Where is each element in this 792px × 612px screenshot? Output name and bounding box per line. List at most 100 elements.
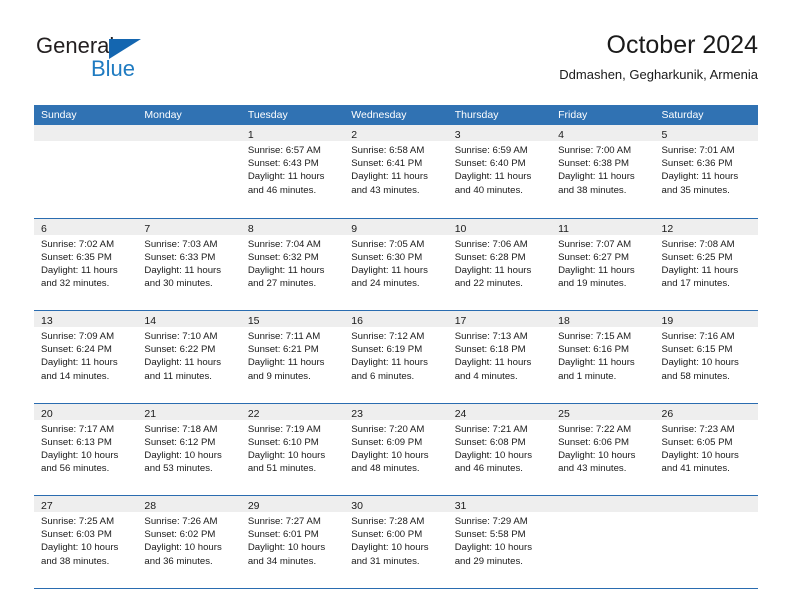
day-number-band: 11: [551, 218, 655, 235]
day-number: 22: [247, 407, 260, 420]
day-number-band: [34, 125, 138, 141]
calendar-grid: Sunday Monday Tuesday Wednesday Thursday Frid…: [34, 105, 758, 589]
day-cell[interactable]: 10 Sunrise: 7:06 AM Sunset: 6:28 PM Dayligh…: [447, 218, 552, 311]
day-cell[interactable]: 24 Sunrise: 7:21 AM Sunset: 6:08 PM Dayligh…: [447, 403, 552, 496]
day-cell[interactable]: 13 Sunrise: 7:09 AM Sunset: 6:24 PM Dayligh…: [34, 311, 138, 403]
day-cell[interactable]: 17 Sunrise: 7:13 AM Sunset: 6:18 PM Dayligh…: [447, 311, 552, 403]
sunset-text: Sunset: 6:19 PM: [351, 344, 423, 356]
day-cell[interactable]: 1 Sunrise: 6:57 AM Sunset: 6:43 PM Daylight…: [240, 125, 345, 218]
daylight-text-line2: and 46 minutes.: [247, 184, 317, 196]
daylight-text-line2: and 58 minutes.: [661, 370, 730, 382]
day-cell[interactable]: 9 Sunrise: 7:05 AM Sunset: 6:30 PM Daylight…: [344, 218, 448, 311]
sunset-text: Sunset: 6:27 PM: [558, 251, 630, 263]
day-cell[interactable]: 18 Sunrise: 7:15 AM Sunset: 6:16 PM Dayligh…: [551, 311, 655, 403]
sunrise-text: Sunrise: 7:27 AM: [247, 516, 321, 527]
day-cell[interactable]: 5 Sunrise: 7:01 AM Sunset: 6:36 PM Daylight…: [654, 125, 758, 218]
sunset-text: Sunset: 6:06 PM: [558, 436, 630, 448]
calendar-bottom-rule: [34, 587, 758, 589]
daylight-text-line2: and 46 minutes.: [454, 463, 523, 475]
sunrise-text: Sunrise: 7:11 AM: [247, 331, 321, 342]
day-cell[interactable]: 3 Sunrise: 6:59 AM Sunset: 6:40 PM Daylight…: [447, 125, 552, 218]
day-number: 1: [247, 129, 254, 141]
daylight-text-line1: Daylight: 11 hours: [454, 264, 532, 276]
day-details: Sunrise: 7:25 AM Sunset: 6:03 PM Daylight:…: [34, 512, 137, 568]
day-number: 13: [41, 315, 53, 327]
daylight-text-line2: and 32 minutes.: [41, 278, 110, 290]
day-number: 19: [661, 315, 674, 327]
day-number: 14: [144, 315, 157, 327]
daylight-text-line2: and 9 minutes.: [247, 370, 311, 382]
sunrise-text: Sunrise: 7:28 AM: [351, 516, 425, 527]
day-cell[interactable]: 2 Sunrise: 6:58 AM Sunset: 6:41 PM Daylight…: [344, 125, 448, 218]
day-cell[interactable]: 28 Sunrise: 7:26 AM Sunset: 6:02 PM Dayligh…: [137, 496, 241, 588]
day-cell[interactable]: 16 Sunrise: 7:12 AM Sunset: 6:19 PM Dayligh…: [344, 311, 448, 403]
sunset-text: Sunset: 6:00 PM: [351, 529, 423, 541]
day-number: 9: [351, 222, 358, 235]
day-number-band: 4: [551, 125, 655, 141]
sunrise-text: Sunrise: 7:00 AM: [558, 145, 632, 156]
day-cell[interactable]: 23 Sunrise: 7:20 AM Sunset: 6:09 PM Dayligh…: [344, 403, 448, 496]
day-details: Sunrise: 7:15 AM Sunset: 6:16 PM Daylight:…: [551, 327, 654, 383]
day-cell[interactable]: 15 Sunrise: 7:11 AM Sunset: 6:21 PM Dayligh…: [240, 311, 345, 403]
sunset-text: Sunset: 6:22 PM: [144, 344, 216, 356]
daylight-text-line2: and 4 minutes.: [454, 370, 518, 382]
day-number-band: 3: [447, 125, 552, 141]
sunset-text: Sunset: 6:09 PM: [351, 436, 423, 448]
sunset-text: Sunset: 6:18 PM: [454, 344, 526, 356]
general-blue-logo[interactable]: General Blue: [34, 34, 294, 94]
day-details: Sunrise: 7:20 AM Sunset: 6:09 PM Daylight:…: [344, 420, 447, 476]
day-details: Sunrise: 7:08 AM Sunset: 6:25 PM Daylight:…: [655, 235, 758, 291]
day-number: 29: [247, 500, 260, 512]
daylight-text-line1: Daylight: 10 hours: [661, 449, 739, 461]
day-cell-empty: [551, 496, 655, 588]
day-cell[interactable]: 12 Sunrise: 7:08 AM Sunset: 6:25 PM Dayligh…: [654, 218, 758, 311]
day-cell[interactable]: 19 Sunrise: 7:16 AM Sunset: 6:15 PM Dayligh…: [654, 311, 758, 403]
day-cell[interactable]: 31 Sunrise: 7:29 AM Sunset: 5:58 PM Dayligh…: [447, 496, 552, 588]
day-number-band: [654, 496, 758, 512]
day-cell[interactable]: 11 Sunrise: 7:07 AM Sunset: 6:27 PM Dayligh…: [551, 218, 655, 311]
day-number: 27: [41, 500, 53, 512]
day-number-band: 9: [344, 218, 448, 235]
weekday-header-tuesday: Tuesday: [247, 109, 288, 121]
day-details: Sunrise: 7:07 AM Sunset: 6:27 PM Daylight:…: [551, 235, 654, 291]
day-details: Sunrise: 6:57 AM Sunset: 6:43 PM Daylight:…: [241, 141, 344, 197]
day-cell[interactable]: 21 Sunrise: 7:18 AM Sunset: 6:12 PM Dayligh…: [137, 403, 241, 496]
day-number: 25: [558, 407, 570, 420]
day-number-band: 10: [447, 218, 552, 235]
daylight-text-line2: and 41 minutes.: [661, 463, 730, 475]
weekday-header-sunday: Sunday: [41, 109, 77, 121]
day-cell[interactable]: 7 Sunrise: 7:03 AM Sunset: 6:33 PM Daylight…: [137, 218, 241, 311]
sunset-text: Sunset: 6:08 PM: [454, 436, 526, 448]
sunrise-text: Sunrise: 6:57 AM: [247, 145, 321, 156]
daylight-text-line2: and 22 minutes.: [454, 278, 523, 290]
calendar-week-row: 1 Sunrise: 6:57 AM Sunset: 6:43 PM Daylight…: [34, 125, 758, 218]
day-cell[interactable]: 25 Sunrise: 7:22 AM Sunset: 6:06 PM Dayligh…: [551, 403, 655, 496]
calendar-weeks: 1 Sunrise: 6:57 AM Sunset: 6:43 PM Daylight…: [34, 125, 758, 588]
day-cell[interactable]: 6 Sunrise: 7:02 AM Sunset: 6:35 PM Daylight…: [34, 218, 138, 311]
sunrise-text: Sunrise: 7:13 AM: [454, 331, 528, 342]
sunrise-text: Sunrise: 7:10 AM: [144, 331, 218, 342]
sunset-text: Sunset: 6:10 PM: [247, 436, 319, 448]
sunset-text: Sunset: 5:58 PM: [454, 529, 526, 541]
day-cell[interactable]: 4 Sunrise: 7:00 AM Sunset: 6:38 PM Daylight…: [551, 125, 655, 218]
daylight-text-line2: and 6 minutes.: [351, 370, 415, 382]
daylight-text-line2: and 43 minutes.: [351, 184, 420, 196]
weekday-header-row: Sunday Monday Tuesday Wednesday Thursday Frid…: [34, 105, 758, 125]
day-cell[interactable]: 14 Sunrise: 7:10 AM Sunset: 6:22 PM Dayligh…: [137, 311, 241, 403]
day-cell[interactable]: 22 Sunrise: 7:19 AM Sunset: 6:10 PM Dayligh…: [240, 403, 345, 496]
day-number: 18: [558, 315, 570, 327]
sunrise-text: Sunrise: 7:02 AM: [41, 238, 115, 250]
sunrise-text: Sunrise: 7:12 AM: [351, 331, 425, 342]
daylight-text-line1: Daylight: 11 hours: [454, 171, 532, 183]
day-cell[interactable]: 27 Sunrise: 7:25 AM Sunset: 6:03 PM Dayligh…: [34, 496, 138, 588]
day-cell[interactable]: 8 Sunrise: 7:04 AM Sunset: 6:32 PM Daylight…: [240, 218, 345, 311]
day-cell[interactable]: 30 Sunrise: 7:28 AM Sunset: 6:00 PM Dayligh…: [344, 496, 448, 588]
sunrise-text: Sunrise: 7:04 AM: [247, 238, 321, 250]
sunrise-text: Sunrise: 6:59 AM: [454, 145, 528, 156]
day-cell[interactable]: 26 Sunrise: 7:23 AM Sunset: 6:05 PM Dayligh…: [654, 403, 758, 496]
daylight-text-line2: and 38 minutes.: [41, 555, 110, 567]
sunrise-text: Sunrise: 7:03 AM: [144, 238, 218, 250]
day-cell[interactable]: 29 Sunrise: 7:27 AM Sunset: 6:01 PM Dayligh…: [240, 496, 345, 588]
day-cell[interactable]: 20 Sunrise: 7:17 AM Sunset: 6:13 PM Dayligh…: [34, 403, 138, 496]
day-number-band: 28: [137, 496, 241, 512]
